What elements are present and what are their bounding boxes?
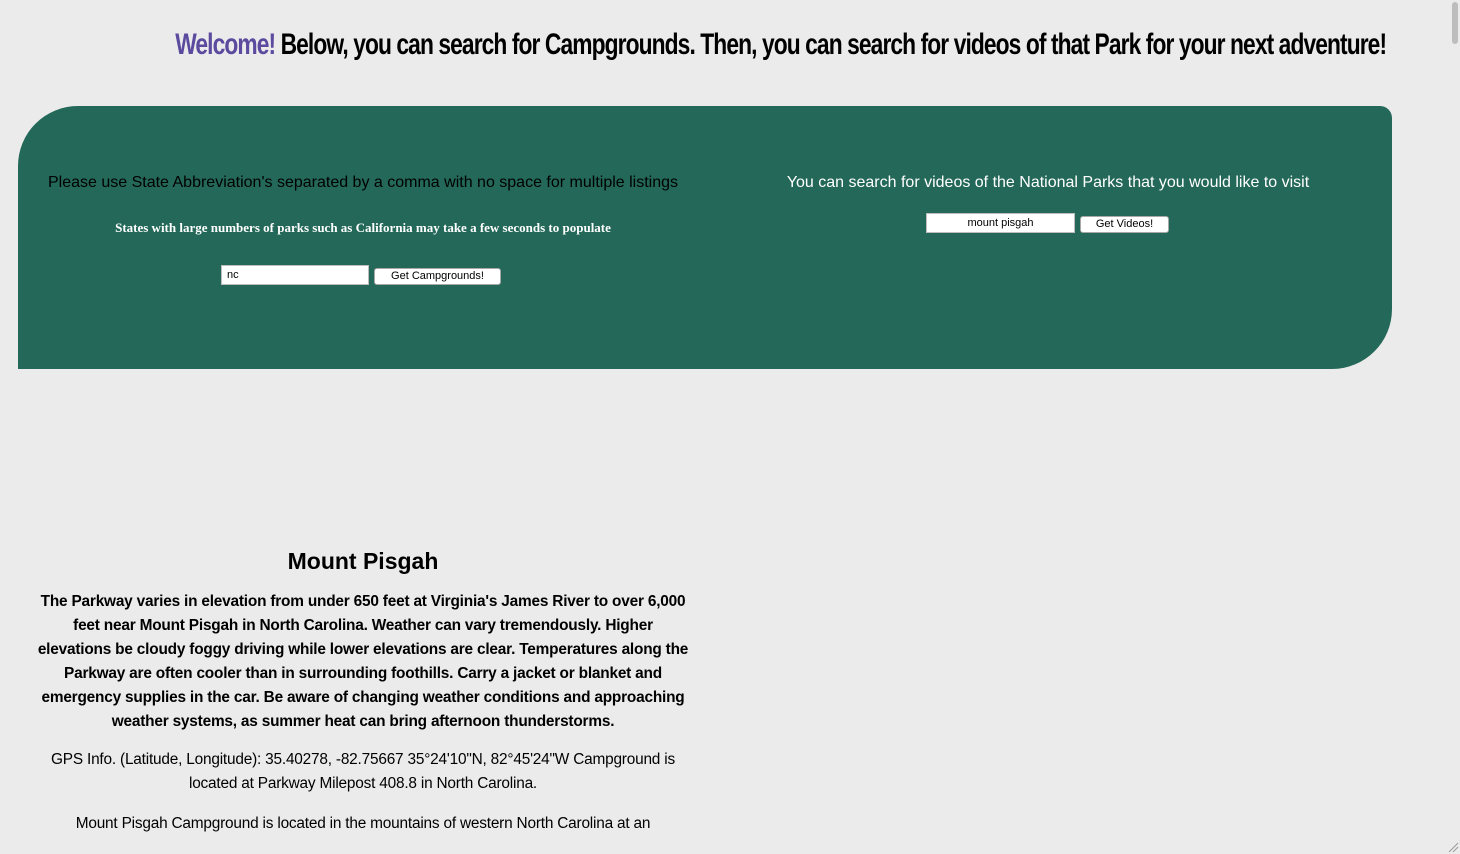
welcome-text: Welcome!: [175, 28, 276, 61]
state-input[interactable]: [221, 265, 369, 285]
campground-about: Mount Pisgah Campground is located in th…: [75, 815, 651, 832]
campground-note: States with large numbers of parks such …: [115, 220, 611, 235]
campground-description: The Parkway varies in elevation from und…: [37, 593, 689, 730]
page: Welcome! Below, you can search for Campg…: [0, 0, 1460, 854]
campground-gps-info: GPS Info. (Latitude, Longitude): 35.4027…: [51, 751, 675, 792]
scrollbar-thumb[interactable]: [1452, 2, 1458, 44]
campground-result: Mount Pisgah The Parkway varies in eleva…: [36, 545, 690, 836]
resize-grip-icon[interactable]: [1447, 841, 1459, 853]
video-instruction: You can search for videos of the Nationa…: [786, 174, 1310, 191]
page-scrollbar[interactable]: [1448, 0, 1460, 854]
page-header: Welcome! Below, you can search for Campg…: [175, 28, 1387, 62]
campground-title: Mount Pisgah: [287, 548, 439, 574]
search-panel: Please use State Abbreviation's separate…: [18, 106, 1392, 369]
get-videos-button[interactable]: Get Videos!: [1080, 216, 1169, 233]
park-video-input[interactable]: [926, 213, 1075, 233]
get-campgrounds-button[interactable]: Get Campgrounds!: [374, 268, 501, 285]
campground-instruction: Please use State Abbreviation's separate…: [47, 174, 679, 191]
header-text: Below, you can search for Campgrounds. T…: [275, 28, 1387, 61]
